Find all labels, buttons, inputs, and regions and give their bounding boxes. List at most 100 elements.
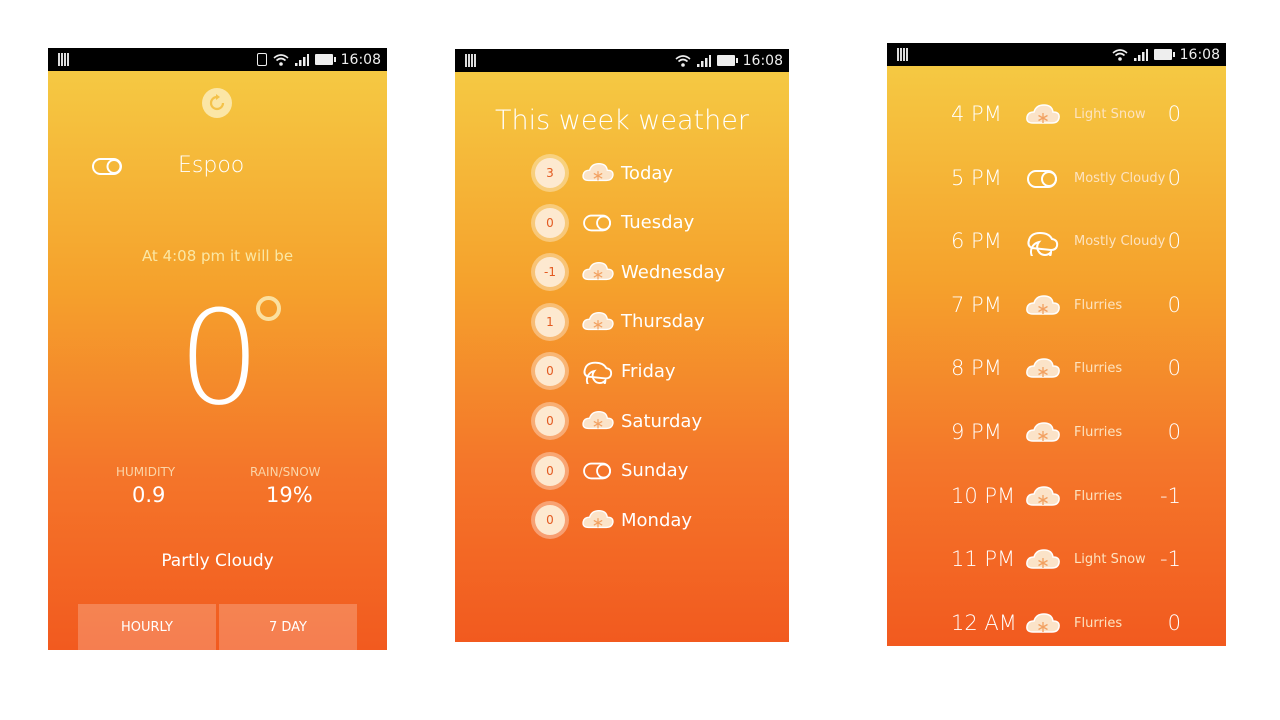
notification-icon xyxy=(897,48,909,61)
battery-icon xyxy=(314,54,336,65)
partly-cloudy-icon xyxy=(581,210,615,236)
vibrate-icon xyxy=(256,53,267,66)
week-weather-screen: 16:08 This week weather 3 Today 0 Tuesday -1… xyxy=(455,49,789,642)
day-row[interactable]: 0 Sunday xyxy=(535,451,688,491)
hour-temp: 0 xyxy=(1167,356,1181,381)
signal-icon xyxy=(294,53,309,66)
day-row[interactable]: 0 Tuesday xyxy=(535,203,694,243)
day-temp-badge: -1 xyxy=(535,257,565,288)
hourly-row[interactable]: 4 PM Light Snow 0 xyxy=(887,95,1226,135)
day-row[interactable]: 1 Thursday xyxy=(535,302,705,342)
status-time: 16:08 xyxy=(340,51,381,68)
condition-text: Partly Cloudy xyxy=(161,551,274,571)
signal-icon xyxy=(696,54,711,67)
status-bar: 16:08 xyxy=(48,48,387,71)
hour-time: 11 PM xyxy=(951,547,1016,572)
hourly-row[interactable]: 5 PM Mostly Cloudy 0 xyxy=(887,159,1226,199)
hour-temp: 0 xyxy=(1167,102,1181,126)
hourly-row[interactable]: 12 AM Flurries 0 xyxy=(887,604,1226,644)
hourly-weather-screen: 16:08 4 PM Light Snow 0 5 PM Mostly Cloudy 0 6… xyxy=(887,43,1226,646)
snow-cloud-icon xyxy=(1025,101,1061,129)
hour-time: 6 PM xyxy=(951,229,1002,254)
hour-time: 8 PM xyxy=(951,356,1002,381)
hour-temp: 0 xyxy=(1167,165,1181,190)
snow-cloud-icon xyxy=(581,507,615,533)
week-title: This week weather xyxy=(495,105,749,136)
day-row[interactable]: 0 Saturday xyxy=(535,401,702,441)
day-row[interactable]: 3 Today xyxy=(535,153,673,193)
battery-icon xyxy=(716,55,738,66)
hour-condition: Flurries xyxy=(1074,425,1123,440)
humidity-value: 0.9 xyxy=(132,483,166,507)
status-time: 16:08 xyxy=(1179,46,1220,63)
signal-icon xyxy=(1133,48,1148,61)
day-name: Thursday xyxy=(621,311,705,333)
day-temp-badge: 1 xyxy=(535,306,565,337)
day-name: Monday xyxy=(621,509,693,531)
battery-icon xyxy=(1153,49,1175,60)
hourly-row[interactable]: 10 PM Flurries -1 xyxy=(887,477,1226,517)
snow-cloud-icon xyxy=(1025,292,1061,320)
rain-snow-label: RAIN/SNOW xyxy=(250,465,321,479)
cloudy-night-icon xyxy=(1025,228,1061,263)
day-name: Today xyxy=(621,162,674,184)
city-name: Espoo xyxy=(178,153,245,178)
notification-icon xyxy=(465,54,477,67)
hour-time: 9 PM xyxy=(951,420,1002,444)
day-temp-badge: 0 xyxy=(535,505,565,536)
day-name: Saturday xyxy=(621,410,703,432)
hourly-button[interactable]: HOURLY xyxy=(78,604,216,650)
status-bar: 16:08 xyxy=(455,49,789,72)
hour-temp: -1 xyxy=(1160,483,1181,508)
day-temp-badge: 0 xyxy=(535,207,565,238)
degree-symbol xyxy=(256,296,281,321)
snow-cloud-icon xyxy=(581,408,615,434)
wifi-icon xyxy=(273,53,289,66)
partly-cloudy-icon xyxy=(1025,165,1061,193)
hour-condition: Flurries xyxy=(1074,361,1123,377)
snow-cloud-icon xyxy=(1025,610,1061,638)
hour-condition: Flurries xyxy=(1074,488,1123,504)
day-row[interactable]: -1 Wednesday xyxy=(535,252,725,292)
snow-cloud-icon xyxy=(1025,546,1061,574)
cloudy-night-icon xyxy=(581,358,615,391)
hour-condition: Light Snow xyxy=(1074,552,1146,568)
partly-cloudy-icon xyxy=(581,458,615,484)
snow-cloud-icon xyxy=(581,309,615,335)
hour-time: 4 PM xyxy=(951,102,1002,126)
hourly-row[interactable]: 6 PM Mostly Cloudy 0 xyxy=(887,222,1226,263)
hour-time: 10 PM xyxy=(951,483,1016,508)
wifi-icon xyxy=(675,54,691,67)
day-name: Sunday xyxy=(621,460,689,482)
hour-condition: Flurries xyxy=(1074,615,1123,631)
current-weather-screen: 16:08 Espoo At 4:08 pm it will be 0 HUMI… xyxy=(48,48,387,650)
hour-temp: 0 xyxy=(1167,610,1181,635)
hour-temp: 0 xyxy=(1167,420,1181,444)
wifi-icon xyxy=(1112,48,1128,61)
status-bar: 16:08 xyxy=(887,43,1226,66)
hour-time: 12 AM xyxy=(951,610,1017,635)
hourly-row[interactable]: 8 PM Flurries 0 xyxy=(887,349,1226,389)
hourly-row[interactable]: 11 PM Light Snow -1 xyxy=(887,540,1226,580)
day-temp-badge: 0 xyxy=(535,406,565,436)
partly-cloudy-icon xyxy=(92,157,124,181)
day-temp-badge: 0 xyxy=(535,455,565,486)
refresh-icon[interactable] xyxy=(202,88,232,118)
day-row[interactable]: 0 Friday xyxy=(535,351,676,391)
snow-cloud-icon xyxy=(581,160,615,186)
hour-temp: 0 xyxy=(1167,229,1181,254)
snow-cloud-icon xyxy=(1025,483,1061,511)
snow-cloud-icon xyxy=(1025,355,1061,383)
hourly-row[interactable]: 7 PM Flurries 0 xyxy=(887,286,1226,326)
hour-condition: Flurries xyxy=(1074,297,1123,313)
hour-time: 5 PM xyxy=(951,165,1002,190)
current-temperature: 0 xyxy=(178,282,261,434)
day-temp-badge: 3 xyxy=(535,158,565,188)
snow-cloud-icon xyxy=(1025,419,1061,447)
forecast-subtitle: At 4:08 pm it will be xyxy=(141,247,294,265)
day-name: Wednesday xyxy=(621,261,726,283)
day-temp-badge: 0 xyxy=(535,356,565,387)
seven-day-button[interactable]: 7 DAY xyxy=(219,604,357,650)
hourly-row[interactable]: 9 PM Flurries 0 xyxy=(887,413,1226,453)
day-row[interactable]: 0 Monday xyxy=(535,500,692,540)
